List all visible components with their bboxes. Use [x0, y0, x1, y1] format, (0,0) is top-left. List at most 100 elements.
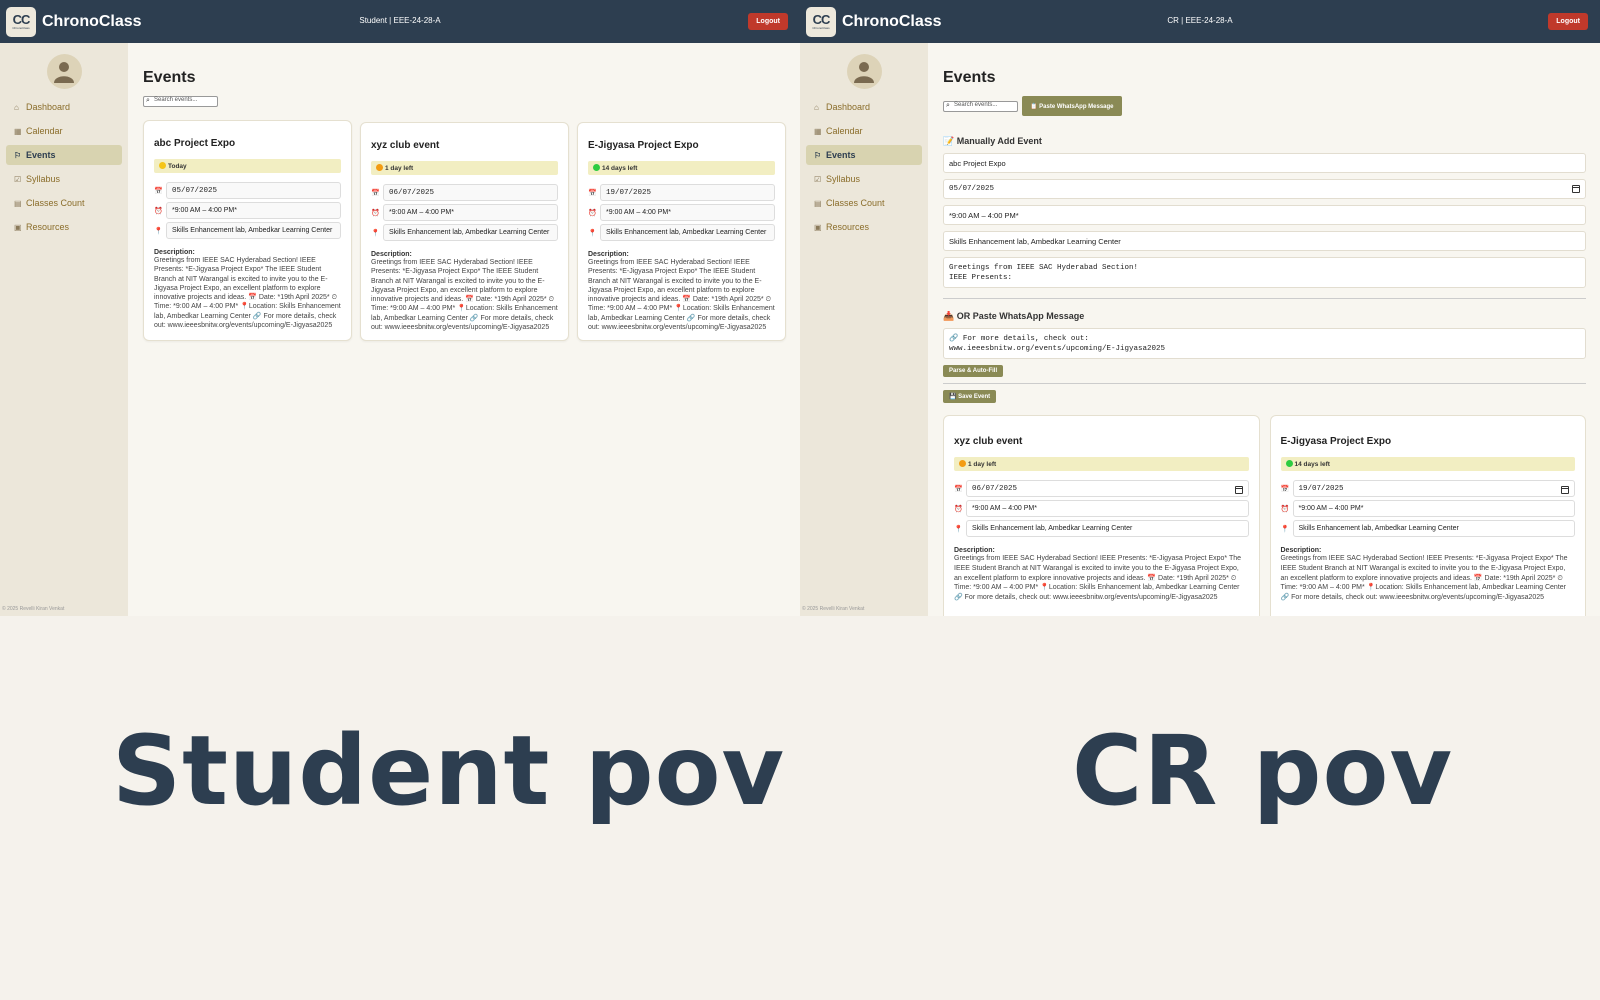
status-dot-icon — [593, 164, 600, 171]
logout-button[interactable]: Logout — [748, 13, 788, 30]
student-pov-caption: Student pov — [112, 715, 786, 827]
avatar[interactable] — [846, 54, 882, 89]
event-location-input[interactable]: Skills Enhancement lab, Ambedkar Learnin… — [943, 231, 1586, 251]
location-field[interactable]: Skills Enhancement lab, Ambedkar Learnin… — [383, 224, 558, 241]
date-field[interactable]: 06/07/2025 — [966, 480, 1249, 497]
location-field[interactable]: Skills Enhancement lab, Ambedkar Learnin… — [166, 222, 341, 239]
location-field[interactable]: Skills Enhancement lab, Ambedkar Learnin… — [1292, 520, 1575, 537]
status-dot-icon — [159, 162, 166, 169]
time-field[interactable]: *9:00 AM – 4:00 PM* — [966, 500, 1249, 517]
calendar-icon: ▦ — [14, 126, 22, 136]
sidebar-item-dashboard[interactable]: ⌂ Dashboard — [6, 97, 122, 117]
event-date-input[interactable]: 05/07/2025 — [943, 179, 1586, 199]
search-input[interactable]: ⌕ Search events... — [143, 96, 218, 107]
clipboard-icon: ▤ — [14, 198, 22, 208]
search-icon: ⌕ — [146, 97, 150, 104]
event-title: E-Jigyasa Project Expo — [1280, 436, 1392, 447]
clipboard-icon: ▤ — [814, 198, 822, 208]
sidebar-item-events[interactable]: ⚐ Events — [6, 145, 122, 165]
date-field[interactable]: 05/07/2025 — [166, 182, 341, 199]
top-navbar: CC ChronoClass ChronoClass Student | EEE… — [0, 0, 800, 43]
search-input[interactable]: ⌕ Search events... — [943, 100, 1018, 112]
event-title: abc Project Expo — [154, 138, 236, 149]
paste-whatsapp-button[interactable]: 📋 Paste WhatsApp Message — [1022, 96, 1122, 116]
event-description-textarea[interactable]: Greetings from IEEE SAC Hyderabad Sectio… — [943, 257, 1586, 288]
app-logo: CC ChronoClass — [6, 6, 36, 37]
description-label: Description: — [954, 547, 995, 554]
status-dot-icon — [1285, 460, 1293, 467]
time-field[interactable]: *9:00 AM – 4:00 PM* — [383, 204, 558, 221]
cr-view-panel: CC ChronoClass ChronoClass CR | EEE-24-2… — [800, 0, 1600, 616]
alarm-clock-icon: ⏰ — [371, 209, 380, 217]
app-logo: CC ChronoClass — [806, 6, 836, 37]
time-field[interactable]: *9:00 AM – 4:00 PM* — [600, 204, 775, 221]
page-title: Events — [143, 69, 196, 86]
status-badge: 1 day left — [954, 457, 1249, 471]
date-field[interactable]: 19/07/2025 — [600, 184, 775, 201]
copyright-text: © 2025 Revelli Kiran Venkat — [2, 606, 65, 612]
home-icon: ⌂ — [14, 102, 19, 112]
sidebar-item-syllabus[interactable]: ☑ Syllabus — [806, 169, 922, 189]
calendar-picker-icon[interactable] — [1561, 486, 1569, 494]
sidebar-item-resources[interactable]: ▣ Resources — [6, 217, 122, 237]
divider — [943, 298, 1586, 299]
parse-autofill-button[interactable]: Parse & Auto-Fill — [943, 365, 1004, 377]
description-label: Description: — [154, 249, 195, 256]
event-title: xyz club event — [371, 140, 440, 151]
sidebar-item-calendar[interactable]: ▦ Calendar — [6, 121, 122, 141]
event-card: xyz club event 1 day left 📅 06/07/2025 ⏰ *… — [943, 415, 1260, 616]
time-field[interactable]: *9:00 AM – 4:00 PM* — [166, 202, 341, 219]
student-view-panel: CC ChronoClass ChronoClass Student | EEE… — [0, 0, 800, 616]
whatsapp-message-textarea[interactable]: 🔗 For more details, check out: www.ieees… — [943, 328, 1586, 359]
event-description: Greetings from IEEE SAC Hyderabad Sectio… — [371, 259, 558, 332]
cr-pov-caption: CR pov — [1072, 715, 1454, 827]
alarm-clock-icon: ⏰ — [1280, 505, 1290, 513]
location-field[interactable]: Skills Enhancement lab, Ambedkar Learnin… — [600, 224, 775, 241]
memo-icon: 📝 — [943, 136, 957, 146]
description-label: Description: — [371, 251, 412, 258]
save-event-button[interactable]: 💾 Save Event — [943, 390, 997, 403]
event-card: E-Jigyasa Project Expo 14 days left 📅 19/… — [577, 122, 786, 342]
calendar-icon: 📅 — [154, 187, 163, 195]
logout-button[interactable]: Logout — [1548, 13, 1588, 30]
sidebar-item-syllabus[interactable]: ☑ Syllabus — [6, 169, 122, 189]
sidebar-item-classes-count[interactable]: ▤ Classes Count — [806, 193, 922, 213]
flag-icon: ⚐ — [14, 150, 22, 160]
flag-icon: ⚐ — [814, 150, 822, 160]
user-icon — [854, 61, 874, 83]
sidebar-item-calendar[interactable]: ▦ Calendar — [806, 121, 922, 141]
time-field[interactable]: *9:00 AM – 4:00 PM* — [1292, 500, 1575, 517]
main-content: Events ⌕ Search events... 📋 Paste WhatsAp… — [928, 43, 1600, 616]
calendar-picker-icon[interactable] — [1234, 486, 1243, 494]
status-badge: Today — [154, 159, 341, 173]
book-icon: ☑ — [14, 174, 22, 184]
event-card: xyz club event 1 day left 📅 06/07/2025 ⏰ *… — [360, 122, 569, 342]
book-icon: ☑ — [814, 174, 822, 184]
calendar-picker-icon[interactable] — [1572, 185, 1580, 193]
status-dot-icon — [376, 164, 383, 171]
description-label: Description: — [1280, 547, 1322, 554]
manual-add-title: 📝 Manually Add Event — [943, 136, 1042, 146]
sidebar-item-classes-count[interactable]: ▤ Classes Count — [6, 193, 122, 213]
event-name-input[interactable]: abc Project Expo — [943, 153, 1586, 173]
folder-icon: ▣ — [814, 222, 822, 232]
event-card: abc Project Expo Today 📅 05/07/2025 ⏰ *9:0… — [143, 120, 352, 342]
avatar[interactable] — [46, 54, 82, 89]
sidebar-item-dashboard[interactable]: ⌂ Dashboard — [806, 97, 922, 117]
status-badge: 14 days left — [588, 161, 775, 175]
location-field[interactable]: Skills Enhancement lab, Ambedkar Learnin… — [966, 520, 1249, 537]
status-badge: 1 day left — [371, 161, 558, 175]
sidebar-item-resources[interactable]: ▣ Resources — [806, 217, 922, 237]
date-field[interactable]: 19/07/2025 — [1292, 480, 1575, 497]
sidebar-item-events[interactable]: ⚐ Events — [806, 145, 922, 165]
calendar-icon: 📅 — [954, 485, 963, 493]
event-description: Greetings from IEEE SAC Hyderabad Sectio… — [154, 257, 341, 330]
user-icon — [54, 61, 74, 83]
event-card: E-Jigyasa Project Expo 14 days left 📅 19/… — [1269, 415, 1586, 616]
calendar-icon: 📅 — [1280, 485, 1290, 493]
page-title: Events — [943, 69, 996, 86]
event-time-input[interactable]: *9:00 AM – 4:00 PM* — [943, 205, 1586, 225]
location-pin-icon: 📍 — [588, 229, 597, 237]
location-pin-icon: 📍 — [371, 229, 380, 237]
date-field[interactable]: 06/07/2025 — [383, 184, 558, 201]
